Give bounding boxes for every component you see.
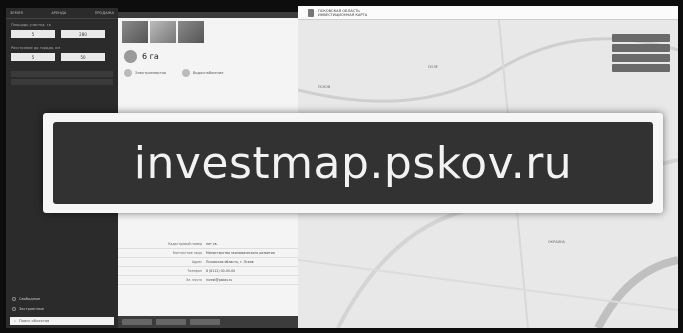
download-button[interactable] (190, 319, 220, 325)
coat-of-arms-icon (308, 8, 314, 17)
radio-icon (12, 297, 16, 301)
tab-sale[interactable]: ПРОДАЖА (95, 11, 114, 15)
request-button[interactable] (156, 319, 186, 325)
filter-row[interactable] (11, 79, 113, 85)
option-free[interactable]: Свободные (6, 294, 118, 304)
distance-to-input[interactable] (61, 53, 105, 61)
radio-icon (12, 307, 16, 311)
utility-electricity: Электроэнергия (124, 69, 166, 77)
area-filter-label: Площадь участка, га (11, 23, 51, 27)
electricity-icon (124, 69, 132, 77)
utility-water: Водоснабжение (181, 69, 223, 77)
panel-footer (118, 316, 298, 328)
utilities-row: Электроэнергия Водоснабжение (118, 67, 298, 79)
table-row: Телефон 8 (8112) 00-00-00 (118, 267, 298, 276)
filter-row[interactable] (11, 71, 113, 77)
url-banner: investmap.pskov.ru (43, 113, 663, 213)
search-icon: ⌕ (14, 319, 17, 323)
area-summary: 6 га (118, 46, 298, 67)
tab-land[interactable]: ЗЕМЛЯ (10, 11, 23, 15)
photo-thumbnail[interactable] (178, 21, 204, 43)
area-to-input[interactable] (61, 30, 105, 38)
photo-thumbnail[interactable] (150, 21, 176, 43)
site-brand[interactable]: ПСКОВСКАЯ ОБЛАСТЬ ИНВЕСТИЦИОННАЯ КАРТА (318, 9, 367, 17)
layer-item[interactable] (612, 44, 670, 52)
layer-item[interactable] (612, 64, 670, 72)
map-label: ПОЛЕ (428, 65, 438, 69)
table-row: Эл. почта invest@pskov.ru (118, 276, 298, 285)
site-header: ПСКОВСКАЯ ОБЛАСТЬ ИНВЕСТИЦИОННАЯ КАРТА (298, 6, 678, 20)
photo-gallery (118, 18, 298, 46)
map-label: ОКРАИНА (548, 240, 565, 244)
layer-item[interactable] (612, 34, 670, 42)
map-label: ПСКОВ (318, 85, 331, 89)
tab-rent[interactable]: АРЕНДА (51, 11, 66, 15)
map-layer-menu (612, 34, 670, 74)
area-icon (124, 50, 137, 63)
screenshot-frame: ЗЕМЛЯ АРЕНДА ПРОДАЖА Площадь участка, га… (0, 0, 683, 333)
share-button[interactable] (122, 319, 152, 325)
option-built[interactable]: Застроенные (6, 304, 118, 314)
table-row: Адрес Псковская область, г. Псков (118, 258, 298, 267)
area-from-input[interactable] (11, 30, 55, 38)
info-table: Кадастровый номер нет св. Контактное лицо… (118, 240, 298, 285)
photo-thumbnail[interactable] (122, 21, 148, 43)
layer-item[interactable] (612, 54, 670, 62)
sidebar-tabs: ЗЕМЛЯ АРЕНДА ПРОДАЖА (6, 8, 118, 19)
area-value: 6 га (142, 52, 159, 61)
water-icon (181, 69, 190, 77)
site-url: investmap.pskov.ru (133, 137, 573, 189)
distance-filter-label: Расстояние до города, км (11, 46, 61, 50)
table-row: Кадастровый номер нет св. (118, 240, 298, 249)
distance-from-input[interactable] (11, 53, 55, 61)
search-input[interactable]: ⌕ Поиск объектов (10, 317, 114, 325)
table-row: Контактное лицо Министерство экономическо… (118, 249, 298, 258)
